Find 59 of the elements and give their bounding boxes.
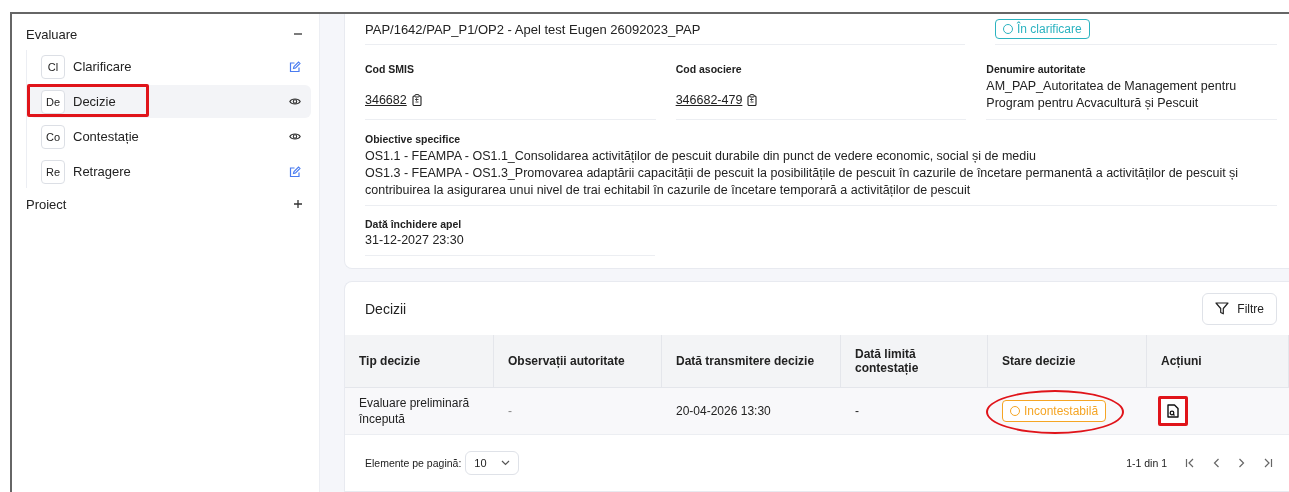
field-label: Cod SMIS: [365, 63, 415, 75]
status-badge: În clarificare: [995, 19, 1090, 39]
page-size-label: Elemente pe pagină:: [365, 457, 462, 469]
column-header: Tip decizie: [345, 335, 494, 388]
code-link[interactable]: 346682-479: [675, 93, 743, 107]
sidebar-item[interactable]: Co Contestație: [29, 120, 311, 153]
next-page-icon[interactable]: [1238, 458, 1245, 468]
item-label: Decizie: [73, 94, 117, 109]
first-page-icon[interactable]: [1185, 458, 1195, 468]
field-label: Obiective specifice: [365, 132, 462, 146]
field-value: Program pentru Acvacultură și Pescuit: [986, 95, 1200, 112]
document-icon: [1167, 404, 1179, 418]
field-value: 31-12-2027 23:30: [365, 233, 465, 247]
item-initials: Re: [41, 159, 65, 184]
eye-icon[interactable]: [289, 132, 301, 141]
code-link[interactable]: 346682: [365, 93, 407, 107]
call-title: PAP/1642/PAP_P1/OP2 - Apel test Eugen 26092023_PAP: [365, 21, 701, 37]
copy-icon[interactable]: [411, 94, 422, 106]
filter-button[interactable]: Filtre: [1202, 292, 1277, 325]
item-label: Clarificare: [73, 59, 133, 74]
table-cell: 20-04-2026 13:30: [662, 388, 841, 435]
column-header: Observații autoritate: [494, 335, 662, 388]
item-initials: De: [41, 89, 65, 114]
previous-page-icon[interactable]: [1213, 458, 1220, 468]
section-title: Proiect: [26, 196, 67, 212]
field-label: Dată închidere apel: [365, 218, 463, 230]
caret-icon: [500, 460, 510, 466]
edit-icon[interactable]: [289, 60, 301, 73]
sidebar-item[interactable]: De Decizie: [29, 85, 311, 118]
sidebar-item[interactable]: Re Retragere: [29, 155, 311, 188]
card-title: Decizii: [365, 300, 407, 317]
item-label: Retragere: [73, 164, 132, 179]
view-document-button[interactable]: [1158, 396, 1188, 426]
column-header: Dată limită contestație: [841, 335, 988, 388]
table-cell: Evaluare preliminară începută: [345, 388, 494, 435]
page-range: 1-1 din 1: [1126, 457, 1167, 469]
item-initials: Co: [41, 124, 65, 149]
section-title: Evaluare: [26, 26, 78, 42]
copy-icon[interactable]: [747, 94, 758, 106]
table-cell: -: [494, 388, 662, 435]
column-header: Acțiuni: [1147, 335, 1289, 388]
edit-icon[interactable]: [289, 165, 301, 178]
expand-icon[interactable]: [293, 199, 303, 209]
sidebar-item[interactable]: Cl Clarificare: [29, 50, 311, 83]
filter-icon: [1215, 302, 1230, 315]
table-cell: -: [841, 388, 988, 435]
column-header: Stare decizie: [988, 335, 1147, 388]
field-label: Cod asociere: [675, 63, 743, 75]
eye-icon[interactable]: [289, 97, 301, 106]
page-size-select[interactable]: 10: [465, 451, 519, 475]
column-header: Dată transmitere decizie: [662, 335, 841, 388]
objective-text: OS1.3 - FEAMPA - OS1.3_Promovarea adaptării capacității de pescuit la posibilitățile de pescuit în cazurile de încetare permanentă a activităților de pescuit și contribuirea la asigurarea unui nivel de trai echitabil în cazurile de încetare temporară a activităților de pescuit: [365, 165, 1240, 199]
last-page-icon[interactable]: [1263, 458, 1273, 468]
item-label: Contestație: [73, 129, 140, 144]
field-label: Denumire autoritate: [986, 63, 1087, 75]
objective-text: OS1.1 - FEAMPA - OS1.1_Consolidarea activităților de pescuit durabile din punct de vedere economic, social și de mediu: [365, 148, 1037, 165]
field-value: AM_PAP_Autoritatea de Management pentru: [986, 78, 1238, 95]
item-initials: Cl: [41, 54, 65, 79]
status-badge: Incontestabilă: [1002, 400, 1107, 422]
